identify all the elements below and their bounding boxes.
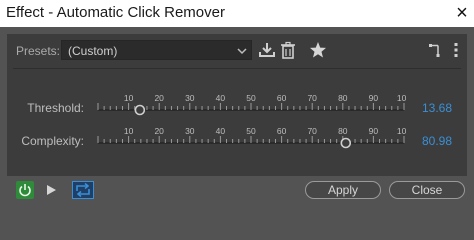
slider-tick-label: 90 bbox=[369, 94, 379, 103]
slider-tick-label: 40 bbox=[216, 127, 226, 136]
slider-tick-label: 60 bbox=[277, 94, 287, 103]
slider-tick-label: 20 bbox=[154, 94, 164, 103]
slider-tick-label: 100 bbox=[397, 94, 406, 103]
slider-tick-label: 30 bbox=[185, 127, 195, 136]
slider-tick-label: 70 bbox=[307, 127, 317, 136]
power-icon bbox=[19, 184, 31, 197]
slider-tick-label: 20 bbox=[154, 127, 164, 136]
effect-dialog: Effect - Automatic Click Remover × Prese… bbox=[0, 0, 474, 200]
slider-tick-label: 30 bbox=[185, 94, 195, 103]
trash-icon[interactable] bbox=[279, 41, 297, 59]
slider-tick-label: 90 bbox=[369, 127, 379, 136]
slider-tick-label: 100 bbox=[397, 127, 406, 136]
slider-tick-label: 50 bbox=[246, 94, 256, 103]
loop-icon bbox=[76, 182, 90, 198]
loop-button[interactable] bbox=[72, 181, 94, 199]
slider-tick-label: 10 bbox=[124, 94, 134, 103]
play-icon[interactable] bbox=[44, 183, 58, 197]
close-button[interactable]: Close bbox=[389, 181, 465, 199]
threshold-label: Threshold: bbox=[27, 101, 84, 115]
slider-tick-label: 80 bbox=[338, 127, 348, 136]
slider-tick-label: 80 bbox=[338, 94, 348, 103]
routing-icon[interactable] bbox=[427, 41, 445, 59]
power-toggle-button[interactable] bbox=[16, 181, 34, 199]
threshold-value[interactable]: 13.68 bbox=[422, 101, 458, 115]
slider-thumb[interactable] bbox=[134, 104, 146, 116]
complexity-slider[interactable]: 10 20 30 40 50 60 70 80 90 100 bbox=[96, 127, 406, 151]
threshold-slider[interactable]: 10 20 30 40 50 60 70 80 90 100 bbox=[96, 94, 406, 118]
apply-button[interactable]: Apply bbox=[305, 181, 381, 199]
download-preset-icon[interactable] bbox=[258, 41, 276, 59]
presets-label: Presets: bbox=[16, 44, 61, 58]
complexity-label: Complexity: bbox=[21, 134, 84, 148]
presets-dropdown[interactable]: (Custom) bbox=[61, 40, 252, 60]
complexity-value[interactable]: 80.98 bbox=[422, 134, 458, 148]
window-title: Effect - Automatic Click Remover bbox=[6, 4, 225, 21]
more-icon[interactable] bbox=[447, 41, 465, 59]
slider-tick-label: 60 bbox=[277, 127, 287, 136]
star-icon[interactable] bbox=[309, 41, 327, 59]
presets-selected-value: (Custom) bbox=[68, 44, 118, 58]
panel-divider bbox=[13, 68, 461, 69]
dropdown-arrow-icon bbox=[237, 48, 247, 55]
title-bar[interactable]: Effect - Automatic Click Remover × bbox=[0, 0, 474, 27]
slider-thumb[interactable] bbox=[340, 137, 352, 149]
close-window-icon[interactable]: × bbox=[452, 1, 472, 25]
slider-tick-label: 70 bbox=[307, 94, 317, 103]
slider-tick-label: 40 bbox=[216, 94, 226, 103]
slider-tick-label: 50 bbox=[246, 127, 256, 136]
slider-tick-label: 10 bbox=[124, 127, 134, 136]
